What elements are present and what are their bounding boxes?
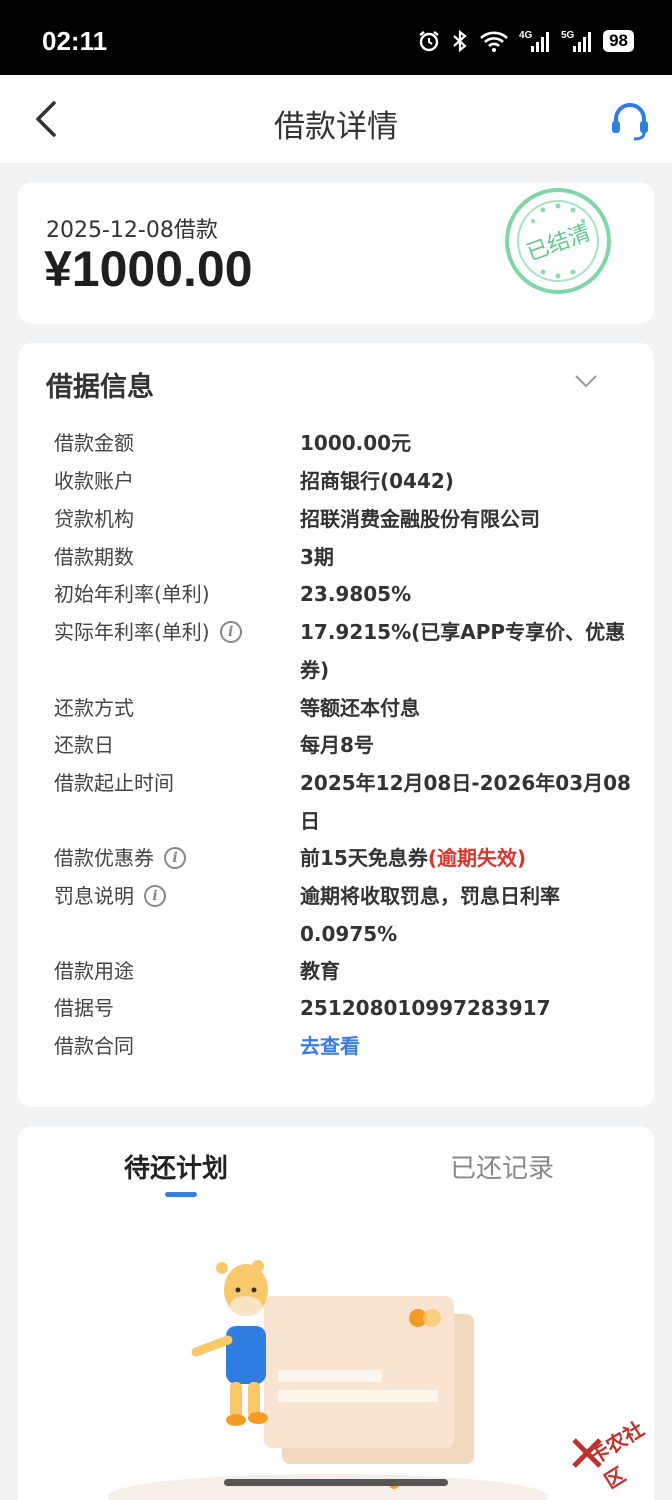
customer-service-icon[interactable]: [608, 99, 652, 143]
nav-bar: 借款详情: [0, 75, 672, 163]
info-value: 招联消费金融股份有限公司: [300, 507, 540, 531]
info-label: 罚息说明: [54, 884, 134, 908]
home-indicator[interactable]: [224, 1479, 448, 1486]
info-icon[interactable]: i: [219, 621, 242, 643]
loan-summary-card: 2025-12-08借款 ¥1000.00 已结清: [18, 182, 654, 324]
info-value: 251208010997283917: [300, 996, 551, 1020]
battery-indicator: 98: [603, 30, 634, 52]
info-value: 23.9805%: [300, 582, 412, 606]
wifi-icon: [480, 31, 508, 52]
info-value: 前15天免息券(逾期失效): [300, 839, 632, 877]
stamp-text: 已结清: [524, 220, 595, 266]
info-value: 2025年12月08日-2026年03月08日: [300, 771, 631, 833]
status-icons: 4G 5G 98: [417, 28, 634, 54]
info-label: 借款期数: [54, 545, 134, 569]
page-title: 借款详情: [274, 109, 398, 145]
info-label: 借款合同: [54, 1034, 134, 1058]
section-title: 借据信息: [46, 372, 154, 403]
info-icon[interactable]: i: [164, 847, 186, 869]
info-label-with-icon: 实际年利率(单利) i: [54, 613, 242, 651]
watermark: 卡农社区: [570, 1408, 670, 1493]
info-icon[interactable]: i: [144, 885, 166, 907]
info-label: 初始年利率(单利): [54, 582, 210, 606]
coupon-expiry-note: (逾期失效): [427, 846, 527, 870]
status-bar: 02:11 4G 5G 98: [0, 0, 672, 75]
status-time: 02:11: [42, 26, 108, 56]
loan-info-card: 借据信息 借款金额 1000.00元 收款账户 招商银行(0442) 贷款机构 …: [18, 343, 654, 1107]
tab-pending-plan[interactable]: 待还计划: [124, 1148, 228, 1185]
info-value: 招商银行(0442): [300, 469, 454, 493]
info-label: 收款账户: [54, 469, 134, 493]
info-value: 教育: [300, 959, 340, 983]
view-contract-link[interactable]: 去查看: [300, 1027, 632, 1065]
tab-repaid-records[interactable]: 已还记录: [450, 1148, 554, 1185]
signal-5g-icon: 5G: [561, 30, 592, 52]
tab-indicator: [165, 1192, 197, 1197]
info-label: 借款起止时间: [54, 771, 174, 795]
chevron-down-icon[interactable]: [574, 373, 598, 389]
settled-stamp-icon: 已结清: [505, 188, 611, 294]
info-label: 借款金额: [54, 431, 134, 455]
loan-amount: ¥1000.00: [44, 241, 253, 297]
coupon-value: 前15天免息券: [300, 846, 428, 870]
info-label: 还款方式: [54, 696, 134, 720]
info-value: 17.9215%(已享APP专享价、优惠券): [300, 620, 626, 682]
info-value: 逾期将收取罚息，罚息日利率0.0975%: [300, 884, 560, 946]
info-label: 贷款机构: [54, 507, 134, 531]
alarm-icon: [419, 31, 439, 52]
repayment-plan-card: 待还计划 已还记录: [18, 1126, 654, 1500]
info-label: 借款用途: [54, 959, 134, 983]
empty-state-illustration: [108, 1260, 548, 1500]
signal-4g-icon: 4G: [519, 30, 550, 52]
svg-text:5G: 5G: [561, 30, 575, 41]
info-label: 借款优惠券: [54, 846, 154, 870]
info-label: 实际年利率(单利): [54, 620, 210, 644]
bluetooth-icon: [453, 29, 467, 53]
info-value: 等额还本付息: [300, 696, 420, 720]
info-label: 借据号: [54, 996, 114, 1020]
info-value: 1000.00元: [300, 431, 412, 455]
svg-text:4G: 4G: [519, 30, 533, 41]
info-value: 每月8号: [300, 733, 374, 757]
info-label: 还款日: [54, 733, 114, 757]
info-value: 3期: [300, 545, 334, 569]
info-label-with-icon: 借款优惠券 i: [54, 839, 186, 877]
info-label-with-icon: 罚息说明 i: [54, 877, 166, 915]
